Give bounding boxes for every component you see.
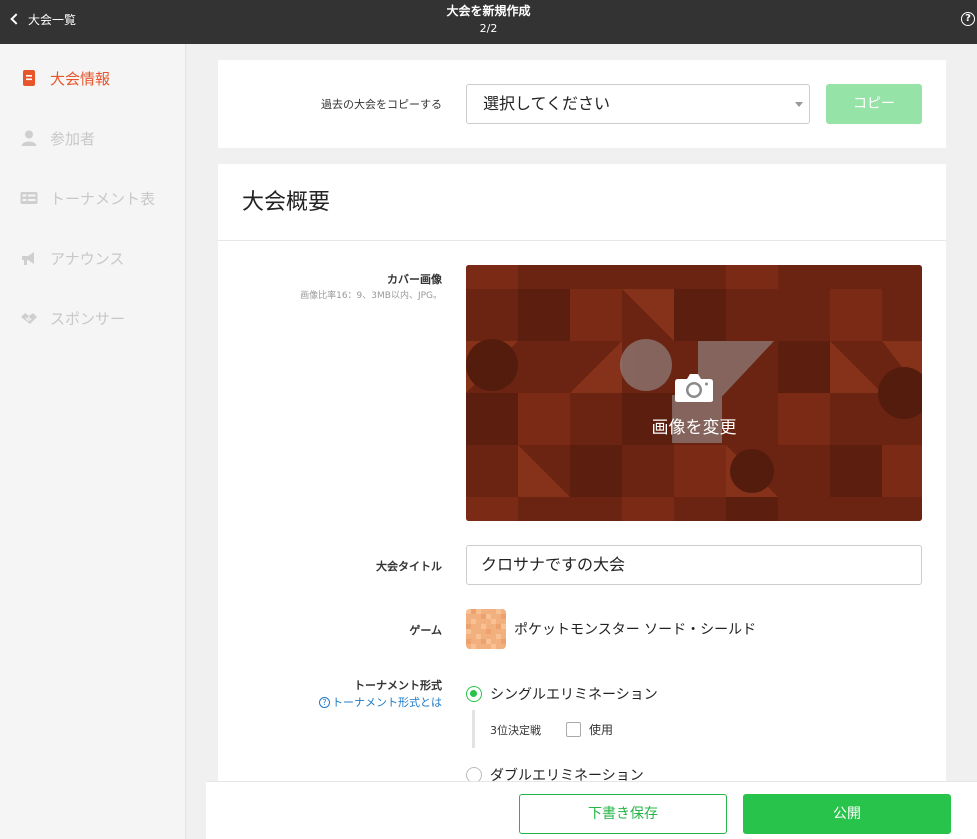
- sidebar-item-tournament-info[interactable]: 大会情報: [20, 66, 110, 90]
- document-icon: [23, 70, 35, 86]
- copy-button[interactable]: コピー: [826, 84, 922, 124]
- select-value: 選択してください: [483, 94, 611, 113]
- question-icon: ?: [319, 696, 330, 708]
- publish-button[interactable]: 公開: [743, 794, 951, 834]
- sidebar-item-bracket[interactable]: トーナメント表: [20, 186, 155, 210]
- sidebar-item-label: 参加者: [50, 129, 96, 148]
- game-name: ポケットモンスター ソード・シールド: [514, 622, 757, 638]
- change-image-label: 画像を変更: [651, 418, 737, 438]
- page-title: 大会を新規作成: [446, 4, 531, 18]
- game-thumbnail-image: [466, 609, 506, 649]
- divider: [218, 240, 946, 241]
- third-place-match-label: 3位決定戦: [490, 724, 541, 737]
- copy-label: 過去の大会をコピーする: [321, 98, 442, 111]
- bottom-action-bar: 下書き保存 公開: [206, 781, 977, 839]
- save-draft-button[interactable]: 下書き保存: [519, 794, 727, 834]
- radio-selected[interactable]: [466, 686, 482, 702]
- tournament-format-help-link[interactable]: ? トーナメント形式とは: [319, 694, 442, 710]
- cover-image-hint: 画像比率16：9、3MB以内、JPG。: [300, 291, 442, 301]
- copy-past-tournament-panel: 過去の大会をコピーする 選択してください コピー: [218, 60, 946, 148]
- past-tournament-select[interactable]: 選択してください: [466, 84, 810, 124]
- caret-down-icon: [795, 102, 803, 107]
- top-bar: 大会一覧 大会を新規作成 2/2 ?: [0, 0, 977, 44]
- tournament-title-label: 大会タイトル: [376, 560, 442, 573]
- third-place-use-label: 使用: [589, 723, 614, 737]
- tournament-title-input[interactable]: クロサナですの大会: [466, 545, 922, 585]
- game-label: ゲーム: [409, 624, 442, 637]
- sidebar-item-label: スポンサー: [50, 309, 126, 328]
- camera-icon: [675, 374, 713, 402]
- format-option-label: シングルエリミネーション: [490, 687, 658, 703]
- sidebar-item-label: アナウンス: [50, 249, 125, 268]
- help-icon[interactable]: ?: [961, 12, 975, 26]
- header-center: 大会を新規作成 2/2: [0, 4, 977, 37]
- megaphone-icon: [22, 252, 34, 265]
- tournament-format-label: トーナメント形式: [354, 679, 442, 692]
- help-link-label: トーナメント形式とは: [332, 696, 442, 709]
- sidebar-item-sponsor[interactable]: スポンサー: [20, 306, 125, 330]
- cover-image-upload[interactable]: 画像を変更: [466, 265, 922, 521]
- sidebar-item-announce[interactable]: アナウンス: [20, 246, 124, 270]
- change-image-overlay[interactable]: 画像を変更: [466, 373, 922, 438]
- overview-panel: 大会概要 カバー画像 画像比率16：9、3MB以内、JPG。 画像を変更 大会タ…: [218, 164, 946, 839]
- person-icon: [21, 130, 37, 146]
- section-title: 大会概要: [242, 190, 331, 215]
- bracket-table-icon: [20, 192, 38, 204]
- handshake-icon: [21, 313, 37, 324]
- cover-image-label: カバー画像: [387, 273, 442, 286]
- sidebar: 大会情報 参加者 トーナメント表 アナウンス スポンサー: [0, 44, 186, 839]
- sidebar-item-label: 大会情報: [50, 69, 111, 88]
- indent-bar: [472, 710, 475, 748]
- step-indicator: 2/2: [479, 22, 498, 35]
- format-option-single[interactable]: シングルエリミネーション: [466, 684, 658, 704]
- sidebar-item-label: トーナメント表: [50, 189, 156, 208]
- third-place-checkbox[interactable]: [566, 722, 581, 737]
- sidebar-item-participants[interactable]: 参加者: [20, 126, 95, 150]
- game-thumbnail: [466, 609, 506, 649]
